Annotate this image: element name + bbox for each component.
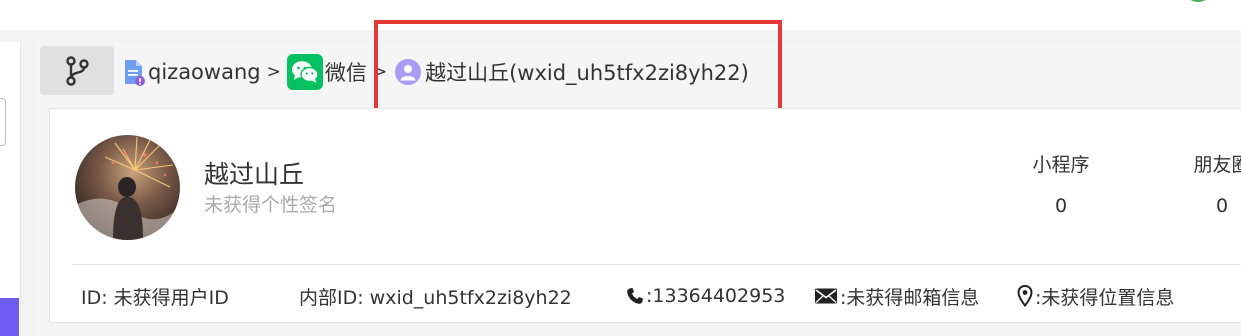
info-internal-id-text: 内部ID: wxid_uh5tfx2zi8yh22 xyxy=(299,283,572,310)
git-branch-icon xyxy=(64,56,90,86)
info-phone-text: :13364402953 xyxy=(646,285,785,307)
map-pin-icon xyxy=(1017,285,1033,307)
branch-button[interactable] xyxy=(40,46,114,95)
stat-label: 小程序 xyxy=(1021,150,1101,177)
stat-label: 朋友圈 xyxy=(1182,150,1241,177)
stat-value: 0 xyxy=(1182,195,1241,217)
info-location-text: :未获得位置信息 xyxy=(1035,283,1174,310)
breadcrumb-label: qizaowang xyxy=(148,60,261,84)
stat-value: 0 xyxy=(1021,195,1101,217)
breadcrumb-item-case[interactable]: qizaowang xyxy=(122,59,261,85)
info-user-id: ID: 未获得用户ID xyxy=(81,283,299,310)
contact-avatar xyxy=(75,135,180,240)
info-email: :未获得邮箱信息 xyxy=(814,283,1017,310)
phone-icon xyxy=(626,287,644,305)
info-user-id-text: ID: 未获得用户ID xyxy=(81,283,229,310)
wechat-icon xyxy=(287,54,323,90)
left-panel xyxy=(0,42,21,336)
left-panel-input[interactable] xyxy=(0,98,6,146)
contact-info-row: ID: 未获得用户ID 内部ID: wxid_uh5tfx2zi8yh22 :1… xyxy=(81,282,1174,310)
info-location: :未获得位置信息 xyxy=(1017,283,1174,310)
info-phone: :13364402953 xyxy=(626,285,814,307)
left-panel-accent-button[interactable] xyxy=(0,298,19,336)
breadcrumb-item-wechat[interactable]: 微信 xyxy=(287,54,367,90)
stat-mini-programs[interactable]: 小程序 0 xyxy=(1021,150,1101,217)
contact-nickname: 越过山丘 xyxy=(204,155,304,191)
panel-gutter xyxy=(21,42,35,336)
card-divider xyxy=(72,264,1241,265)
highlight-annotation-box xyxy=(374,20,782,122)
envelope-icon xyxy=(814,287,838,305)
contact-signature: 未获得个性签名 xyxy=(204,190,337,217)
breadcrumb-label: 微信 xyxy=(325,57,367,87)
info-internal-id: 内部ID: wxid_uh5tfx2zi8yh22 xyxy=(299,283,626,310)
user-avatar-partial[interactable] xyxy=(1183,0,1213,2)
stat-moments[interactable]: 朋友圈 0 xyxy=(1182,150,1241,217)
info-email-text: :未获得邮箱信息 xyxy=(840,283,979,310)
document-icon xyxy=(122,59,144,85)
breadcrumb-separator: > xyxy=(267,62,281,82)
